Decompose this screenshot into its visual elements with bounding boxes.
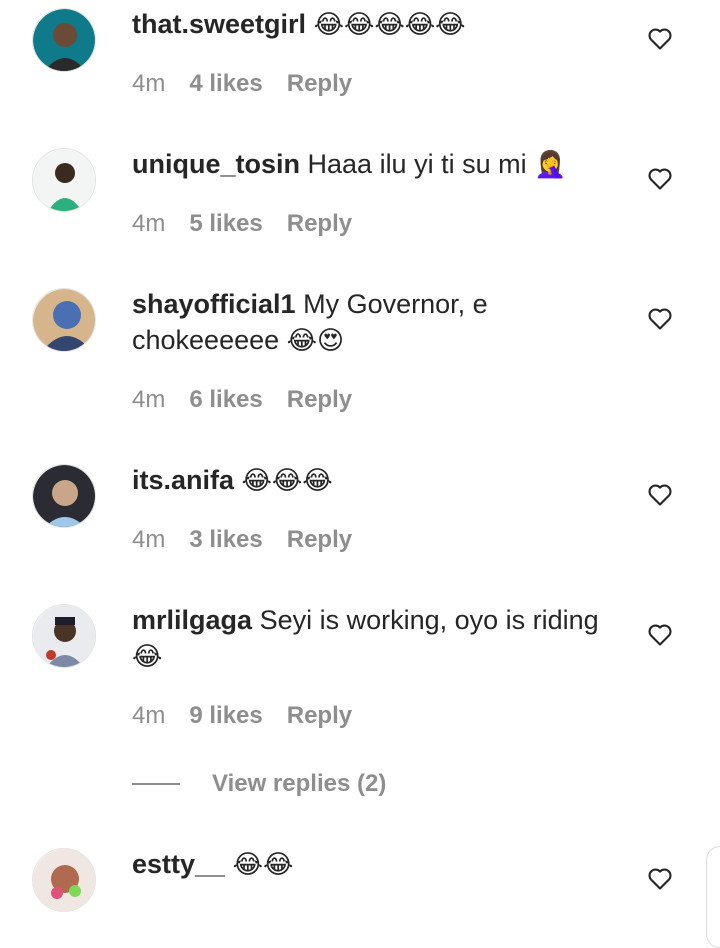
heart-outline-icon[interactable]	[646, 304, 674, 332]
likes-count[interactable]: 4 likes	[189, 70, 262, 98]
likes-count[interactable]: 5 likes	[189, 210, 262, 238]
avatar[interactable]	[32, 464, 96, 528]
heart-outline-icon[interactable]	[646, 480, 674, 508]
likes-count[interactable]: 9 likes	[189, 702, 262, 730]
emoji-text: 😂😂😂😂😂	[313, 10, 466, 40]
comment-text: estty__ 😂😂	[132, 846, 622, 883]
username[interactable]: that.sweetgirl	[132, 9, 306, 39]
heart-outline-icon[interactable]	[646, 620, 674, 648]
reply-button[interactable]: Reply	[287, 702, 352, 730]
comment-meta: 4m 4 likes Reply	[132, 70, 352, 98]
avatar[interactable]	[32, 848, 96, 912]
emoji-text: 😂	[132, 642, 163, 672]
comment-text: its.anifa 😂😂😂	[132, 462, 622, 499]
comment-text: mrlilgaga Seyi is working, oyo is riding…	[132, 602, 622, 675]
avatar[interactable]	[32, 604, 96, 668]
comment-meta: 4m 3 likes Reply	[132, 526, 352, 554]
emoji-text: 😂😂	[232, 850, 294, 880]
username[interactable]: unique_tosin	[132, 149, 300, 179]
timestamp: 4m	[132, 210, 166, 237]
username[interactable]: shayofficial1	[132, 289, 296, 319]
emoji-text: 😂😂😂	[241, 466, 333, 496]
comment-meta: 4m 9 likes Reply	[132, 702, 352, 730]
comment-meta: 4m 5 likes Reply	[132, 210, 352, 238]
view-replies-label: View replies (2)	[212, 770, 387, 797]
floating-panel-edge	[706, 846, 720, 948]
heart-outline-icon[interactable]	[646, 164, 674, 192]
comment-body: Haaa ilu yi ti su mi	[307, 149, 527, 179]
comment-text: unique_tosin Haaa ilu yi ti su mi 🤦‍♀️	[132, 146, 622, 183]
reply-button[interactable]: Reply	[287, 386, 352, 414]
comment-body: Seyi is working, oyo is riding	[259, 605, 599, 635]
divider-line	[132, 783, 180, 785]
comment-text: shayofficial1 My Governor, e chokeeeeee …	[132, 286, 622, 359]
avatar[interactable]	[32, 8, 96, 72]
heart-outline-icon[interactable]	[646, 864, 674, 892]
username[interactable]: estty__	[132, 849, 225, 879]
avatar[interactable]	[32, 288, 96, 352]
reply-button[interactable]: Reply	[287, 70, 352, 98]
reply-button[interactable]: Reply	[287, 210, 352, 238]
heart-outline-icon[interactable]	[646, 24, 674, 52]
username[interactable]: its.anifa	[132, 465, 234, 495]
reply-button[interactable]: Reply	[287, 526, 352, 554]
comment-meta: 4m 6 likes Reply	[132, 386, 352, 414]
likes-count[interactable]: 3 likes	[189, 526, 262, 554]
comment-text: that.sweetgirl 😂😂😂😂😂	[132, 6, 622, 43]
view-replies-button[interactable]: View replies (2)	[132, 766, 386, 802]
avatar[interactable]	[32, 148, 96, 212]
timestamp: 4m	[132, 702, 166, 729]
likes-count[interactable]: 6 likes	[189, 386, 262, 414]
timestamp: 4m	[132, 386, 166, 413]
emoji-text: 🤦‍♀️	[534, 150, 567, 180]
username[interactable]: mrlilgaga	[132, 605, 252, 635]
timestamp: 4m	[132, 526, 166, 553]
timestamp: 4m	[132, 70, 166, 97]
emoji-text: 😂😍	[286, 326, 345, 356]
